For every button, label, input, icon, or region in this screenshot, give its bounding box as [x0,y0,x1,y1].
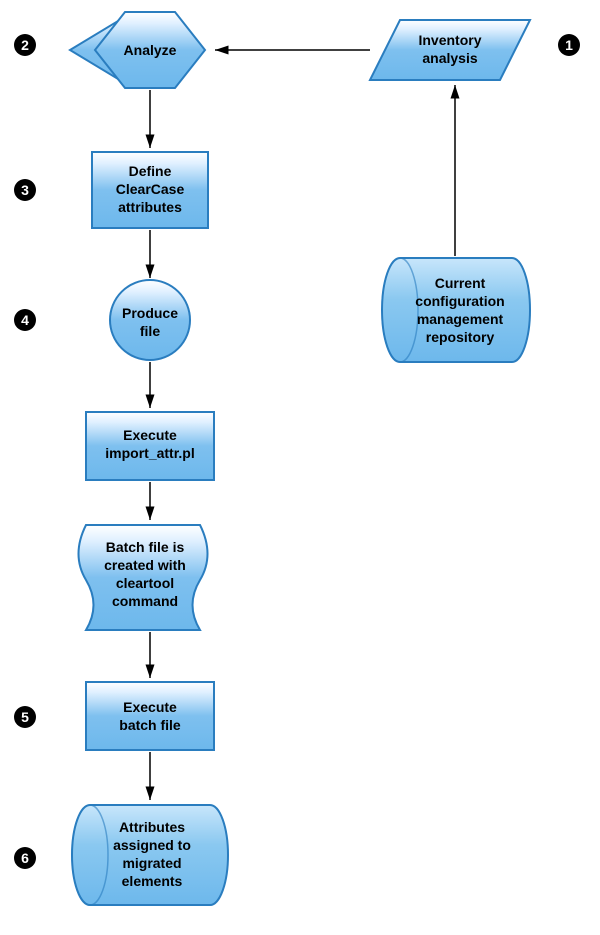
badge-1: 1 [558,34,580,56]
node-batch-file: Batch file is created with cleartool com… [79,525,208,630]
define-line1: Define [129,163,172,179]
batch-line1: Batch file is [106,539,185,555]
execbatch-line1: Execute [123,699,177,715]
inventory-line1: Inventory [418,32,481,48]
node-produce-file: Produce file [110,280,190,360]
flowchart-diagram: 1 2 Inventory analysis Analyze 3 Define … [0,0,600,935]
analyze-line1: Analyze [124,42,177,58]
badge-6: 6 [14,847,36,869]
define-line2: ClearCase [116,181,185,197]
node-execute-batch: Execute batch file [86,682,214,750]
define-line3: attributes [118,199,182,215]
badge-4-label: 4 [21,312,29,328]
node-define-clearcase: Define ClearCase attributes [92,152,208,228]
repo-line1: Current [435,275,486,291]
node-inventory-analysis: Inventory analysis [370,20,530,80]
node-execute-import: Execute import_attr.pl [86,412,214,480]
badge-3: 3 [14,179,36,201]
badge-3-label: 3 [21,182,29,198]
execbatch-line2: batch file [119,717,181,733]
batch-line4: command [112,593,178,609]
badge-4: 4 [14,309,36,331]
attributes-line2: assigned to [113,837,191,853]
repo-line2: configuration [415,293,504,309]
produce-line1: Produce [122,305,178,321]
badge-2: 2 [14,34,36,56]
badge-2-label: 2 [21,37,29,53]
batch-line2: created with [104,557,186,573]
badge-5-label: 5 [21,709,29,725]
attributes-line1: Attributes [119,819,185,835]
inventory-line2: analysis [422,50,477,66]
badge-6-label: 6 [21,850,29,866]
produce-line2: file [140,323,160,339]
attributes-line4: elements [122,873,183,889]
badge-1-label: 1 [565,37,573,53]
node-analyze-shape: Analyze [95,12,205,88]
repo-line4: repository [426,329,495,345]
execimport-line1: Execute [123,427,177,443]
repo-line3: management [417,311,504,327]
attributes-line3: migrated [122,855,181,871]
node-current-repo: Current configuration management reposit… [382,258,530,362]
batch-line3: cleartool [116,575,174,591]
execimport-line2: import_attr.pl [105,445,194,461]
node-attributes-assigned: Attributes assigned to migrated elements [72,805,228,905]
badge-5: 5 [14,706,36,728]
